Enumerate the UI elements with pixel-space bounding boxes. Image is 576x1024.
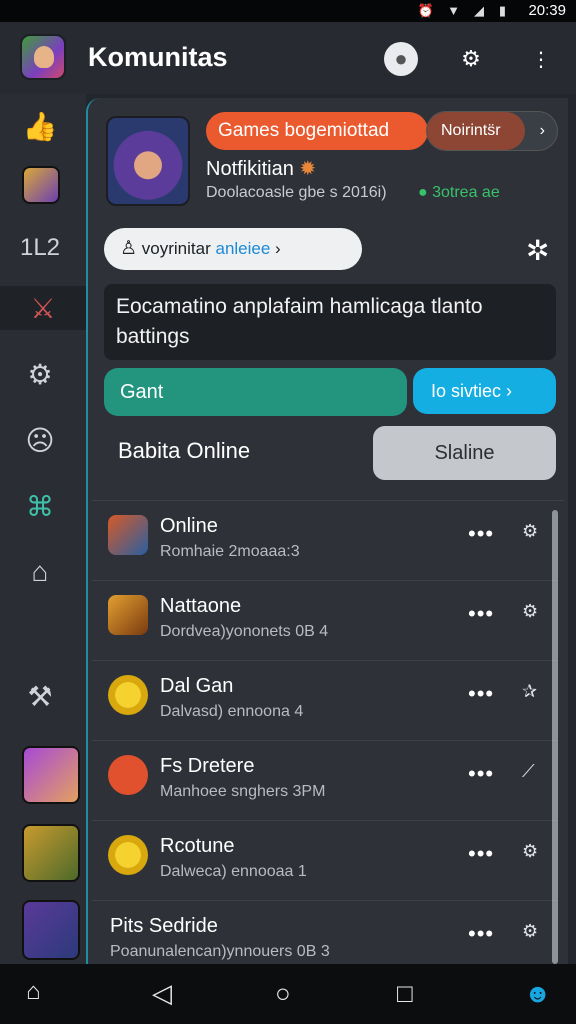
search-accent: anleiee — [215, 239, 271, 258]
effects-icon[interactable]: ✲ — [526, 234, 549, 267]
list-item[interactable]: Online Romhaie 2moaaa:3 ••• ⚙ — [92, 501, 558, 581]
app-bar: Komunitas ● ⚙ ⋮ — [0, 22, 576, 94]
wifi-icon: ▼ — [447, 3, 460, 18]
user-icon: ♙ — [120, 238, 138, 259]
menu-icon[interactable]: ⋮ — [524, 42, 558, 76]
gear-icon[interactable]: ⚙ — [522, 521, 538, 542]
network-icon[interactable]: ⌘ — [18, 484, 62, 528]
app-logo[interactable] — [20, 34, 66, 80]
item-subtitle: Manhoee snghers 3PM — [160, 783, 326, 800]
gear-icon[interactable]: ⚙ — [522, 921, 538, 942]
badge-icon: ✹ — [299, 158, 317, 180]
status-badge: ● 3otrea ae — [418, 184, 500, 201]
chevron-right-icon: › — [506, 381, 513, 401]
description-box[interactable]: Eocamatino anplafaim hamlicaga tlanto ba… — [104, 284, 556, 360]
face-icon[interactable]: ☹ — [18, 418, 62, 462]
avatar — [108, 755, 148, 795]
sidebar-item-text[interactable]: 1L2 — [18, 226, 62, 270]
notification-panel: Games bogemiottad Noirints̈r › Notfikiti… — [86, 98, 568, 964]
star-icon[interactable]: ✰ — [522, 681, 537, 702]
search-prefix: voyrinitar — [141, 239, 211, 258]
blue-button-label: Io sivtiec — [431, 381, 502, 401]
item-subtitle: Romhaie 2moaaa:3 — [160, 543, 300, 560]
games-pill[interactable]: Games bogemiottad — [206, 112, 428, 150]
avatar[interactable] — [22, 824, 80, 882]
item-name: Online — [160, 515, 218, 537]
recents-icon[interactable]: □ — [397, 978, 413, 1009]
more-icon[interactable]: ••• — [468, 521, 494, 547]
gear-icon[interactable]: ⚙ — [522, 841, 538, 862]
list-item[interactable]: Dal Gan Dalvasd) ennoona 4 ••• ✰ — [92, 661, 558, 741]
item-subtitle: Poanunalencan)ynnouers 0B 3 — [110, 943, 330, 960]
chevron-right-icon: › — [275, 239, 281, 258]
list-item[interactable]: Nattaone Dordvea)yononets 0B 4 ••• ⚙ — [92, 581, 558, 661]
sidebar: 👍 1L2 ⚔ ⚙ ☹ ⌘ ⌂ ⚒ — [0, 94, 86, 964]
list-item[interactable]: Fs Dretere Manhoee snghers 3PM ••• ⟋ — [92, 741, 558, 821]
back-icon[interactable]: ◁ — [152, 978, 172, 1009]
game-thumbnail[interactable] — [22, 166, 60, 204]
system-nav-bar: ⌂ ◁ ○ □ ☻ — [0, 964, 576, 1024]
chevron-right-icon: › — [539, 122, 545, 139]
avatar[interactable] — [22, 900, 80, 960]
list-item[interactable]: Rcotune Dalweca) ennooaa 1 ••• ⚙ — [92, 821, 558, 901]
gear-icon[interactable]: ⚙ — [454, 42, 488, 76]
app-title: Komunitas — [88, 42, 228, 72]
status-bar: ⏰ ▼ ◢ ▮ 20:39 — [0, 0, 576, 22]
gear-icon[interactable]: ⚙ — [522, 601, 538, 622]
battery-icon: ▮ — [498, 3, 506, 18]
item-name: Nattaone — [160, 595, 242, 617]
alarm-icon: ⏰ — [417, 3, 434, 18]
item-subtitle: Dalvasd) ennoona 4 — [160, 703, 304, 720]
online-label: Babita Online — [118, 438, 251, 463]
notification-title: Notfikitian ✹ — [206, 158, 317, 180]
more-icon[interactable]: ••• — [468, 601, 494, 627]
pill-label: Noirints̈r — [441, 122, 501, 139]
blue-action-button[interactable]: Io sivtiec › — [413, 368, 556, 414]
gant-button[interactable]: Gant — [104, 368, 407, 416]
home-icon[interactable]: ⌂ — [26, 978, 41, 1006]
avatar — [108, 675, 148, 715]
avatar — [108, 595, 148, 635]
item-subtitle: Dalweca) ennooaa 1 — [160, 863, 307, 880]
notification-subtitle: Doolacoasle gbe s 2016i) — [206, 184, 387, 201]
avatar — [108, 835, 148, 875]
more-icon[interactable]: ••• — [468, 841, 494, 867]
search-pill[interactable]: ♙ voyrinitar anleiee › — [104, 228, 362, 270]
signal-icon: ◢ — [474, 3, 484, 18]
item-name: Rcotune — [160, 835, 235, 857]
pin-icon[interactable]: ⟋ — [522, 761, 535, 782]
home-icon[interactable]: ⌂ — [18, 550, 62, 594]
hero-avatar[interactable] — [106, 116, 190, 206]
slaline-button[interactable]: Slaline — [373, 426, 556, 480]
sword-icon[interactable]: ⚒ — [18, 674, 62, 718]
profile-icon[interactable]: ● — [384, 42, 418, 76]
notification-pill[interactable]: Noirints̈r › — [426, 111, 558, 151]
home-button-icon[interactable]: ○ — [275, 978, 291, 1009]
avatar — [108, 515, 148, 555]
more-icon[interactable]: ••• — [468, 921, 494, 947]
crossed-swords-icon[interactable]: ⚔ — [0, 286, 86, 330]
item-name: Pits Sedride — [110, 915, 218, 937]
profile-icon[interactable]: ☻ — [524, 978, 551, 1009]
like-icon[interactable]: 👍 — [18, 104, 62, 148]
more-icon[interactable]: ••• — [468, 761, 494, 787]
avatar[interactable] — [22, 746, 80, 804]
scrollbar[interactable] — [552, 510, 558, 964]
more-icon[interactable]: ••• — [468, 681, 494, 707]
friend-list: Online Romhaie 2moaaa:3 ••• ⚙ Nattaone D… — [92, 500, 564, 964]
item-name: Dal Gan — [160, 675, 234, 697]
item-name: Fs Dretere — [160, 755, 255, 777]
item-subtitle: Dordvea)yononets 0B 4 — [160, 623, 329, 640]
settings-icon[interactable]: ⚙ — [18, 352, 62, 396]
status-time: 20:39 — [528, 2, 566, 19]
